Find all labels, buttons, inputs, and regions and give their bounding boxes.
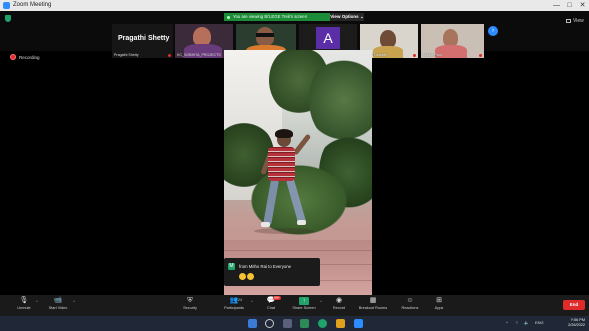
breakout-rooms-label: Breakout Rooms — [358, 306, 388, 310]
clock-date: 2/26/2022 — [568, 323, 585, 327]
breakout-rooms-grid-icon: ▦ — [369, 297, 377, 304]
toast-message: from Mitho Rai to Everyone — [239, 264, 292, 269]
participant-tile[interactable]: Pragathi Shetty Pragathi Shetty — [112, 24, 173, 58]
edge-browser-icon[interactable] — [300, 319, 309, 328]
chrome-browser-icon[interactable] — [318, 319, 327, 328]
participant-count: 24 — [238, 298, 242, 302]
end-meeting-button[interactable]: End — [563, 300, 585, 310]
view-button[interactable]: View — [566, 18, 584, 24]
windows-taskbar: ^ ⌔ 🔈 ENG Y:56 PM 2/26/2022 — [0, 316, 589, 331]
participants-button[interactable]: 👥 24 Participants — [214, 296, 254, 310]
share-banner-text: You are viewing Bi'LEGE Trek's screen — [233, 14, 308, 19]
participant-name: Sobha Paul — [423, 53, 442, 57]
view-options-button[interactable]: View Options ⌄ — [330, 13, 364, 21]
dancer-shoe — [261, 222, 270, 227]
security-button[interactable]: ⛨ Security — [170, 296, 210, 310]
pavement-line — [224, 250, 372, 251]
start-menu-icon[interactable] — [248, 319, 257, 328]
share-indicator-icon — [227, 15, 230, 19]
muted-mic-icon — [479, 54, 482, 57]
apps-button[interactable]: ⊞ Apps — [419, 296, 459, 310]
video-options-chevron-icon[interactable]: ^ — [73, 299, 75, 304]
maximize-button[interactable]: □ — [565, 1, 574, 10]
encryption-shield-icon[interactable] — [5, 15, 11, 22]
close-button[interactable]: ✕ — [578, 1, 587, 10]
dancer-shirt — [268, 147, 295, 181]
meeting-toolbar: 🎙 Unmute ^ 📹 Start Video ^ ⛨ Security 👥 … — [0, 295, 589, 316]
zoom-app-icon — [3, 2, 10, 9]
record-circle-icon: ◉ — [335, 297, 343, 304]
heart-eyes-emoji-icon — [239, 273, 255, 281]
apps-icon: ⊞ — [436, 297, 442, 304]
minimize-button[interactable]: — — [552, 1, 561, 10]
muted-mic-icon — [168, 54, 171, 57]
participant-avatar: A — [316, 27, 340, 49]
record-dot-icon — [10, 54, 16, 60]
shield-icon: ⛨ — [187, 297, 193, 304]
participant-tile[interactable]: Sobha Paul — [421, 24, 484, 58]
task-view-icon[interactable] — [283, 319, 292, 328]
dancer-hair — [275, 129, 293, 138]
recording-label: Recording — [19, 55, 40, 60]
smiley-reaction-icon: ☺ — [406, 297, 414, 304]
share-screen-arrow-icon: ↑ — [299, 297, 309, 305]
file-explorer-icon[interactable] — [336, 319, 345, 328]
sunglasses-graphic — [256, 33, 274, 37]
network-icon[interactable]: ⌔ — [515, 320, 519, 326]
participants-label: Participants — [224, 306, 244, 310]
participant-name: Pragathi Shetty — [114, 53, 139, 57]
grid-view-icon — [566, 19, 571, 23]
breakout-rooms-button[interactable]: ▦ Breakout Rooms — [353, 296, 393, 310]
next-page-arrow-icon[interactable]: › — [488, 26, 498, 36]
recording-indicator[interactable]: Recording — [10, 54, 40, 62]
share-screen-button[interactable]: ↑ Share Screen — [284, 296, 324, 310]
sender-avatar: M — [228, 263, 235, 270]
share-screen-label: Share Screen — [292, 306, 316, 310]
dancer-shadow — [254, 228, 314, 234]
volume-icon[interactable]: 🔈 — [524, 320, 529, 325]
participant-display-name: Pragathi Shetty — [118, 35, 170, 42]
chat-reaction-toast[interactable]: M from Mitho Rai to Everyone — [224, 258, 320, 286]
zoom-taskbar-icon[interactable] — [354, 319, 363, 328]
taskbar-clock[interactable]: Y:56 PM 2/26/2022 — [559, 318, 585, 328]
start-video-label: Start Video — [48, 306, 68, 310]
unread-chat-badge: 99+ — [273, 296, 281, 300]
participant-name: KC_SOBHITA_PROJECTS — [177, 53, 221, 57]
security-label: Security — [183, 306, 197, 310]
video-camera-off-icon: 📹 — [53, 297, 63, 304]
search-icon[interactable] — [265, 319, 274, 328]
screen-share-banner[interactable]: You are viewing Bi'LEGE Trek's screen — [224, 13, 330, 21]
dancer-shoe — [297, 220, 306, 225]
tray-chevron-icon[interactable]: ^ — [506, 320, 508, 325]
dancer-arm — [292, 133, 312, 156]
participant-strip: You are viewing Bi'LEGE Trek's screen Vi… — [0, 11, 589, 58]
muted-microphone-icon: 🎙 — [19, 297, 29, 304]
window-title: Zoom Meeting — [13, 2, 52, 8]
muted-mic-icon — [413, 54, 416, 57]
window-title-bar: Zoom Meeting — □ ✕ — [0, 0, 589, 11]
start-video-button[interactable]: 📹 Start Video — [38, 296, 78, 310]
keyboard-language[interactable]: ENG — [535, 320, 544, 325]
apps-label: Apps — [434, 306, 444, 310]
